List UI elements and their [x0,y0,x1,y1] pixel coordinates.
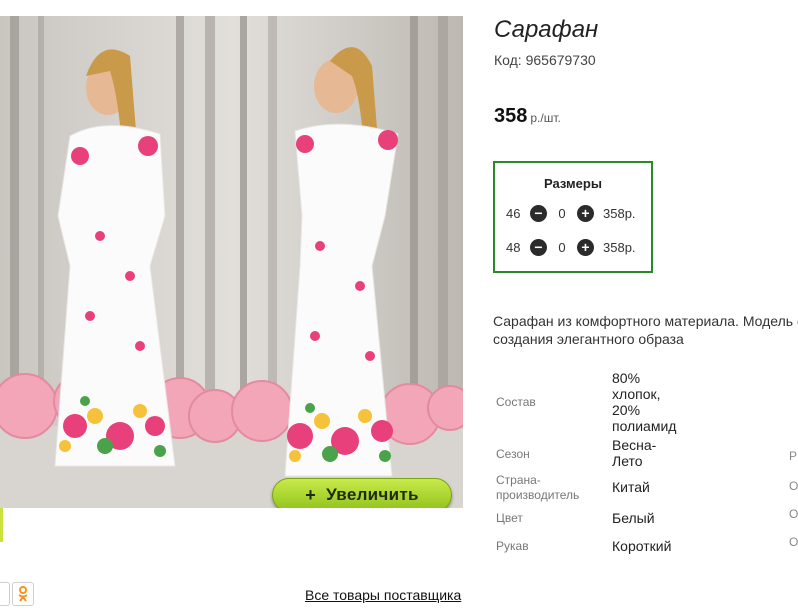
plus-icon: + [581,205,590,221]
spec-value-line: Лето [612,453,643,469]
size-price: 358р. [603,205,636,221]
quantity-value[interactable]: 0 [547,206,577,221]
spec-value-color: Белый [612,510,655,526]
clipped-column-text: О [789,535,798,549]
spec-label-color: Цвет [496,511,523,525]
size-price: 358р. [603,239,636,255]
product-code: Код: 965679730 [494,52,596,68]
odnoklassniki-icon [12,582,34,606]
all-supplier-goods-link[interactable]: Все товары поставщика [305,587,461,603]
price-unit: р./шт. [530,111,561,125]
spec-value-season: Весна- Лето [612,437,656,469]
increment-button[interactable]: + [577,238,594,256]
zoom-button-label: Увеличить [326,485,419,504]
plus-icon: + [581,239,590,255]
gallery-accent [0,508,3,542]
description-line: Сарафан из комфортного материала. Модель… [493,313,798,329]
spec-value-composition: 80% хлопок, 20% полиамид [612,370,676,434]
zoom-button[interactable]: + Увеличить [272,478,452,508]
spec-value-sleeve: Короткий [612,538,672,554]
size-row: 46 − 0 + 358р. [506,203,636,223]
clipped-column-text: Р [789,449,798,463]
clipped-column-text: О [789,479,798,493]
product-price: 358 р./шт. [494,105,561,128]
spec-value-line: 20% [612,402,641,418]
minus-icon: − [534,205,543,221]
price-value: 358 [494,105,528,127]
sizes-title: Размеры [544,176,602,191]
spec-label-sleeve: Рукав [496,539,529,553]
increment-button[interactable]: + [577,204,594,222]
size-row: 48 − 0 + 358р. [506,237,636,257]
spec-value-line: хлопок, [612,386,661,402]
decrement-button[interactable]: − [530,238,547,256]
spec-label-season: Сезон [496,447,530,461]
plus-icon: + [305,484,317,505]
description-line: создания элегантного образа [493,331,684,347]
product-photo[interactable]: + Увеличить [0,16,463,508]
product-photo-illustration [0,16,463,508]
clipped-column-text: О [789,507,798,521]
quantity-value[interactable]: 0 [547,240,577,255]
spec-value-country: Китай [612,479,650,495]
spec-label-country: Страна- производитель [496,473,579,503]
size-label: 46 [506,205,521,221]
product-description: Сарафан из комфортного материала. Модель… [493,312,798,348]
spec-value-line: 80% [612,370,641,386]
share-icon [0,582,10,606]
spec-label-line: производитель [496,488,580,502]
spec-label-composition: Состав [496,395,536,409]
product-title: Сарафан [494,16,599,43]
decrement-button[interactable]: − [530,204,547,222]
minus-icon: − [534,239,543,255]
spec-value-line: Весна- [612,437,657,453]
spec-value-line: полиамид [612,418,677,434]
sizes-panel: Размеры 46 − 0 + 358р. 48 − 0 + 358р. [493,161,653,273]
spec-label-line: Страна- [496,473,541,487]
size-label: 48 [506,239,521,255]
